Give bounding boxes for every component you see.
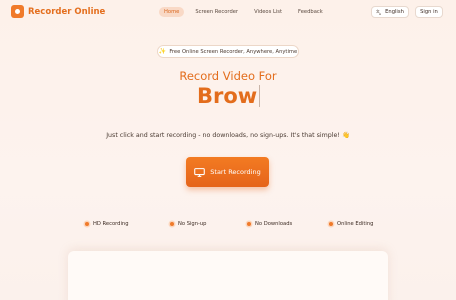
signin-button[interactable]: Sign in: [415, 6, 443, 18]
sparkle-icon: ✨: [158, 48, 167, 55]
start-recording-label: Start Recording: [210, 168, 261, 176]
headline-typed-word: Brow: [197, 84, 258, 108]
tagline-text: Free Online Screen Recorder, Anywhere, A…: [169, 48, 298, 55]
preview-card: [68, 251, 388, 300]
typing-caret: [259, 85, 261, 107]
feature-label: No Sign-up: [178, 221, 207, 227]
language-button[interactable]: 文 A English: [371, 6, 409, 18]
feature-item: No Sign-up: [170, 221, 206, 227]
bullet-icon: [85, 222, 89, 226]
feature-label: Online Editing: [337, 221, 374, 227]
tagline-pill: ✨ Free Online Screen Recorder, Anywhere,…: [157, 45, 299, 58]
brand-logo[interactable]: Recorder Online: [11, 5, 105, 18]
brand-name: Recorder Online: [28, 6, 106, 17]
feature-list: HD Recording No Sign-up No Downloads Onl…: [0, 221, 456, 229]
bullet-icon: [247, 222, 251, 226]
record-icon: [11, 5, 24, 18]
nav-link-videos-list[interactable]: Videos List: [249, 7, 287, 17]
bullet-icon: [329, 222, 333, 226]
feature-item: No Downloads: [247, 221, 292, 227]
start-recording-button[interactable]: Start Recording: [186, 157, 269, 187]
feature-item: Online Editing: [329, 221, 373, 227]
headline-line1: Record Video For: [179, 69, 277, 83]
nav-link-home[interactable]: Home: [159, 7, 185, 17]
monitor-icon: [194, 167, 206, 177]
nav-link-screen-recorder[interactable]: Screen Recorder: [190, 7, 243, 17]
nav-links: Home Screen Recorder Videos List Feedbac…: [159, 7, 328, 17]
hero-subtitle: Just click and start recording - no down…: [106, 132, 350, 139]
nav-link-feedback[interactable]: Feedback: [293, 7, 328, 17]
top-navigation: Recorder Online Home Screen Recorder Vid…: [0, 0, 456, 24]
svg-text:A: A: [379, 12, 382, 15]
bullet-icon: [170, 222, 174, 226]
headline-line2: Brow: [197, 84, 261, 108]
translate-icon: 文 A: [376, 9, 382, 15]
language-label: English: [385, 9, 404, 15]
feature-label: No Downloads: [255, 221, 293, 227]
feature-item: HD Recording: [85, 221, 129, 227]
feature-label: HD Recording: [93, 221, 129, 227]
